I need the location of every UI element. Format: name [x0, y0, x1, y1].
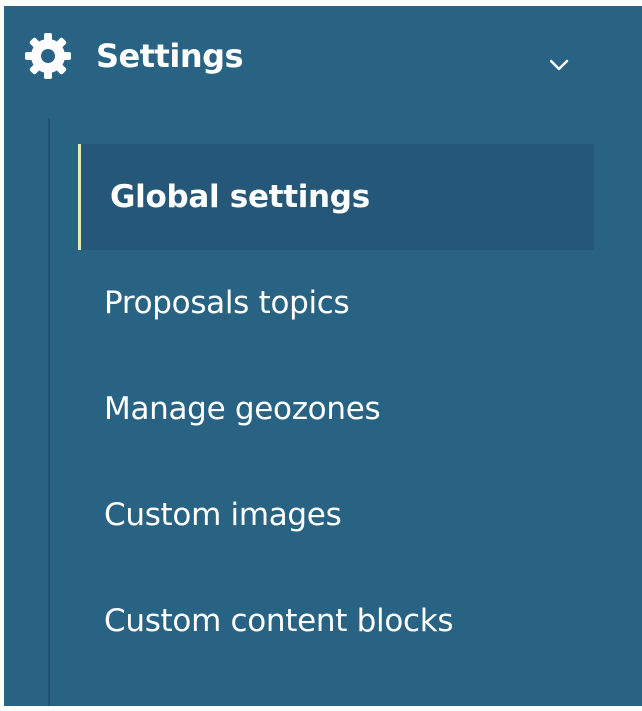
settings-section-header[interactable]: Settings	[4, 6, 642, 106]
menu-item-custom-images[interactable]: Custom images	[78, 462, 594, 568]
submenu-tree-line	[48, 118, 50, 706]
settings-sidebar: Settings Global settings Proposals topic…	[4, 6, 642, 706]
gear-icon	[25, 33, 71, 79]
menu-item-proposals-topics[interactable]: Proposals topics	[78, 250, 594, 356]
menu-item-custom-content-blocks[interactable]: Custom content blocks	[78, 568, 594, 674]
menu-item-global-settings[interactable]: Global settings	[78, 144, 594, 250]
settings-section-title: Settings	[96, 37, 244, 75]
chevron-down-icon[interactable]	[548, 58, 570, 72]
menu-item-manage-geozones[interactable]: Manage geozones	[78, 356, 594, 462]
